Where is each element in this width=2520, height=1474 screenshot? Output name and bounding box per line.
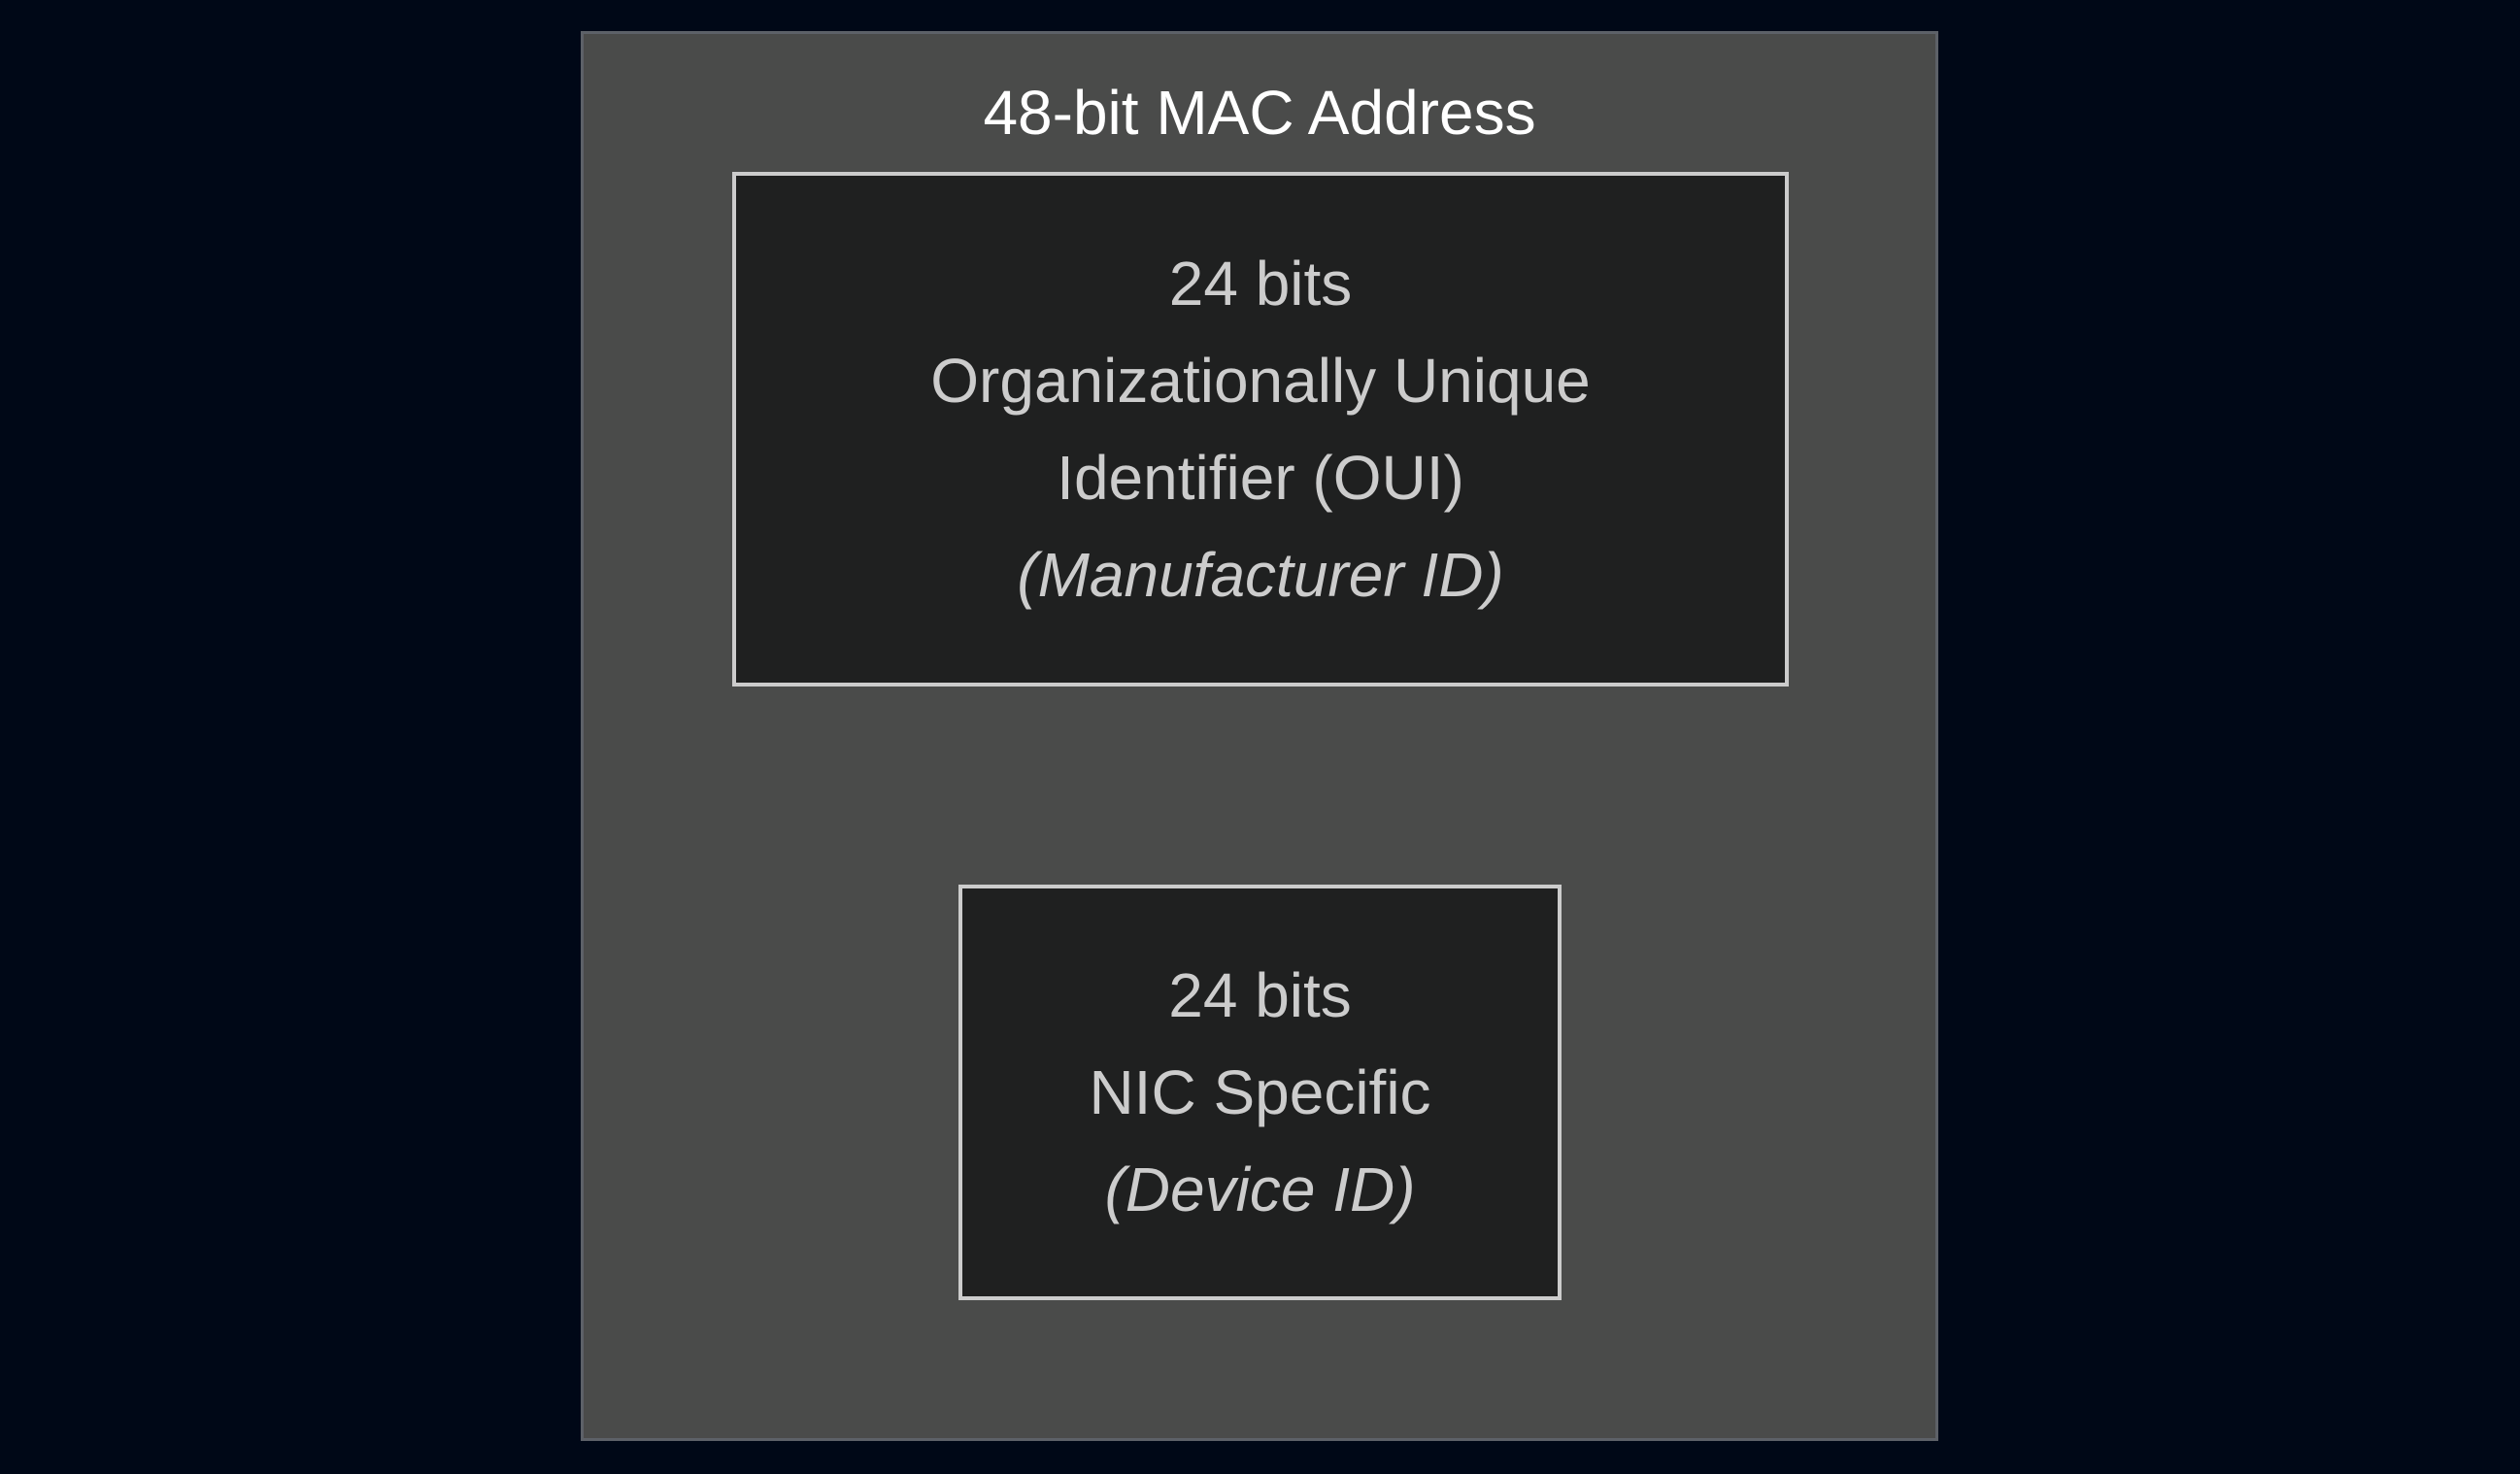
mac-address-title: 48-bit MAC Address	[983, 78, 1536, 148]
oui-box: 24 bits Organizationally Unique Identifi…	[732, 172, 1789, 687]
oui-label-line-1: Organizationally Unique	[930, 346, 1591, 416]
nic-label: NIC Specific	[1089, 1057, 1431, 1127]
nic-bit-count: 24 bits	[1168, 960, 1352, 1030]
oui-bit-count: 24 bits	[1168, 249, 1353, 318]
diagram-canvas: 48-bit MAC Address 24 bits Organizationa…	[0, 0, 2520, 1474]
nic-note: (Device ID)	[1104, 1155, 1416, 1224]
oui-note: (Manufacturer ID)	[1017, 540, 1504, 610]
nic-box: 24 bits NIC Specific (Device ID)	[958, 885, 1562, 1300]
oui-label-line-2: Identifier (OUI)	[1057, 443, 1464, 513]
